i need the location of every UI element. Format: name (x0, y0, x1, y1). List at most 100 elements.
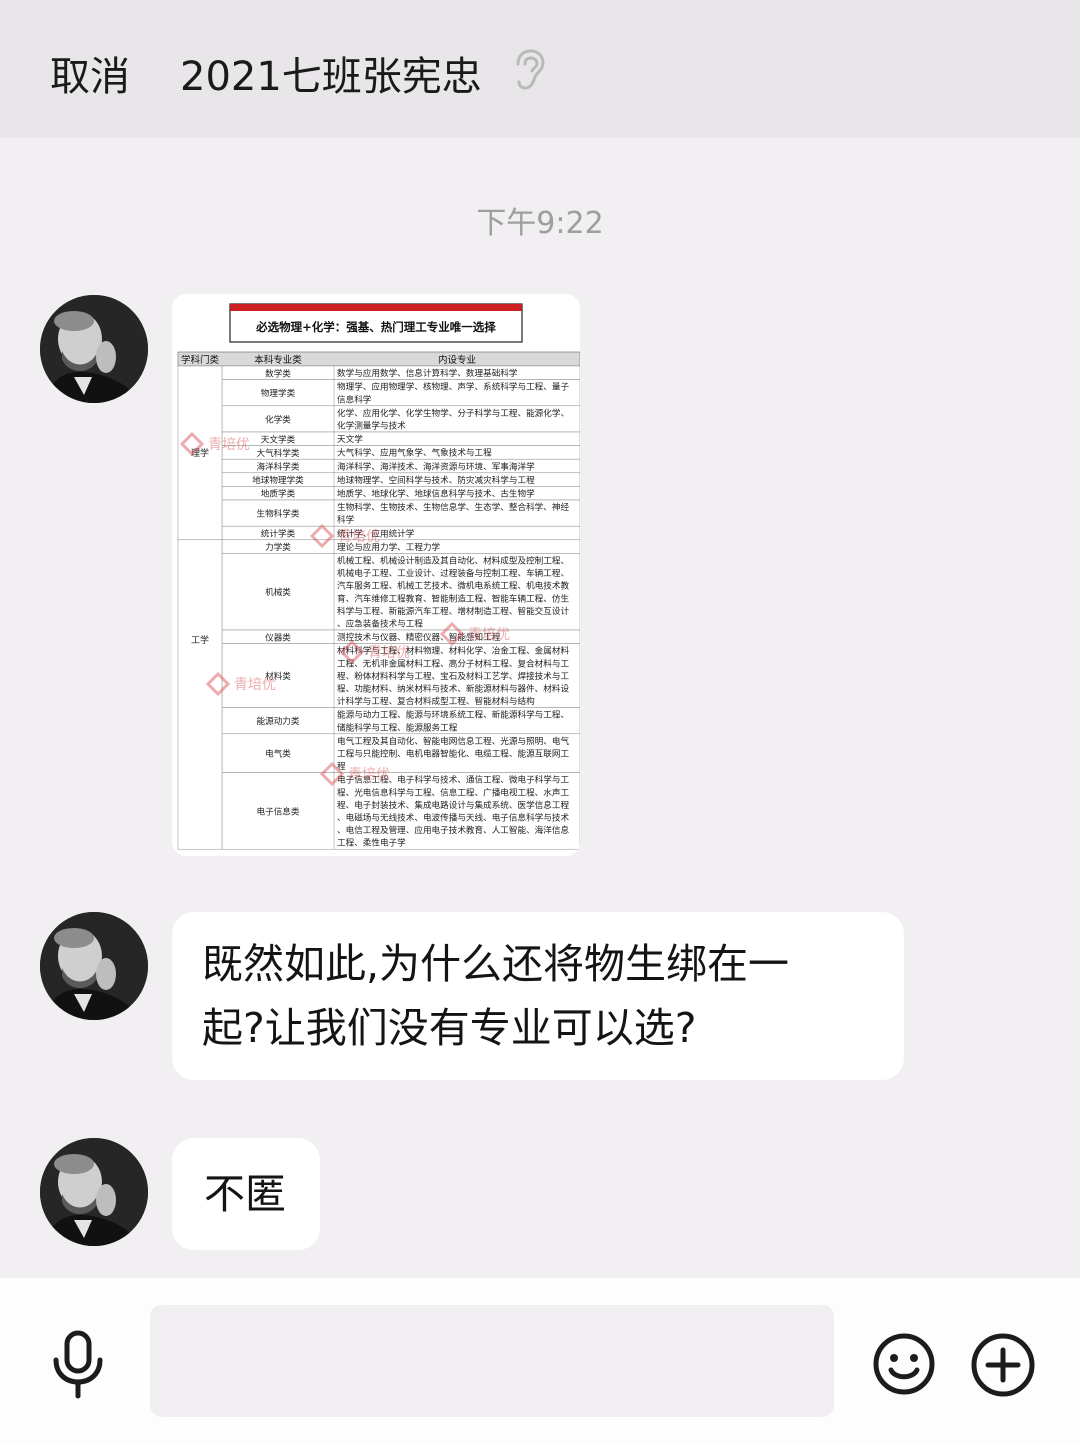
table-discipline-box (177, 539, 223, 850)
table-row: 仪器类 测控技术与仪器、精密仪器、智能感知工程 (221, 629, 580, 644)
table-row: 地球物理学类 地球物理学、空间科学与技术、防灾减灾科学与工程 (221, 472, 580, 487)
watermark-text: 青培优 (368, 645, 410, 661)
table-major-cell: 程、光电信息科学与工程、信息工程、广播电视工程、水声工 (337, 786, 569, 798)
table-major-cell: 工程、柔性电子学 (337, 837, 406, 849)
table-row: 机械类 机械工程、机械设计制造及其自动化、材料成型及控制工程、机械电子工程、工业设… (221, 553, 580, 631)
table-major-cell: 数学与应用数学、信息计算科学、数理基础科学 (337, 367, 518, 379)
text-message[interactable]: 不匿 (172, 1138, 320, 1250)
table-major-cell: 程、粉体材料科学与工程、宝石及材料工艺学、焊接技术与工 (337, 670, 569, 682)
table-category-cell: 仪器类 (265, 631, 291, 643)
table-row: 力学类 理论与应用力学、工程力学 (221, 539, 580, 554)
table-category-cell: 物理学类 (261, 387, 296, 399)
table-category-cell: 电气类 (265, 748, 291, 760)
table-category-cell: 电子信息类 (257, 805, 300, 817)
table-major-cell: 机械工程、机械设计制造及其自动化、材料成型及控制工程、 (337, 555, 569, 567)
table-category-cell: 能源动力类 (257, 715, 300, 727)
avatar-hair (54, 928, 94, 948)
avatar-hair (54, 311, 94, 331)
table-discipline-cell: 工学 (191, 634, 209, 646)
table-row: 数学类 数学与应用数学、信息计算科学、数理基础科学 (221, 365, 580, 380)
table-major-cell: 计科学与工程、复合材料成型工程、智能材料与结构 (337, 695, 535, 707)
table-category-cell: 力学类 (265, 541, 291, 553)
emoji-icon[interactable] (872, 1332, 936, 1396)
table-column-header: 本科专业类 (254, 354, 302, 366)
chat-title: 2021七班张宪忠 (180, 54, 482, 100)
table-major-cell: 物理学、应用物理学、核物理、声学、系统科学与工程、量子 (337, 381, 569, 393)
table-major-cell: 科学 (337, 514, 355, 526)
mic-icon[interactable] (48, 1330, 108, 1400)
avatar-portrait-icon (40, 1138, 148, 1246)
cancel-button[interactable]: 取消 (50, 44, 130, 102)
avatar-hand (96, 341, 116, 373)
table-row: 物理学类 物理学、应用物理学、核物理、声学、系统科学与工程、量子信息科学 (221, 379, 580, 407)
message-line: 起?让我们没有专业可以选? (202, 1004, 697, 1052)
avatar-hand (96, 958, 116, 990)
table-column-header: 内设专业 (438, 354, 476, 366)
table-category-cell: 地质学类 (261, 488, 296, 500)
table-category-cell: 统计学类 (261, 528, 296, 540)
avatar[interactable] (40, 912, 148, 1020)
table-banner-stripe (230, 304, 522, 311)
table-row: 电子信息类电子信息工程、电子科学与技术、通信工程、微电子科学与工程、光电信息科学… (221, 772, 580, 850)
table-major-cell: 机械电子工程、工业设计、过程装备与控制工程、车辆工程、 (337, 567, 569, 579)
message-line: 既然如此,为什么还将物生绑在一 (202, 940, 790, 988)
table-row: 海洋科学类 海洋科学、海洋技术、海洋资源与环境、军事海洋学 (221, 458, 580, 474)
table-category-cell: 地球物理学类 (252, 474, 304, 486)
table-major-cell: 汽车服务工程、机械工艺技术、微机电系统工程、机电技术教 (337, 580, 569, 592)
avatar-hair (54, 1154, 94, 1174)
message-input[interactable] (150, 1305, 834, 1417)
watermark-text: 青培优 (468, 627, 510, 643)
table-category-cell: 化学类 (265, 413, 291, 425)
table-row: 统计学类 统计学、应用统计学 (221, 525, 580, 541)
table-major-cell: 能源与动力工程、能源与环境系统工程、新能源科学与工程、 (337, 709, 569, 721)
ear-icon[interactable] (510, 48, 550, 92)
table-row: 能源动力类 能源与动力工程、能源与环境系统工程、新能源科学与工程、储能科学与工程、… (221, 707, 580, 735)
table-category-cell: 大气科学类 (257, 447, 300, 459)
table-major-cell: 程、功能材料、纳米材料与技术、新能源材料与器件、材料设 (337, 683, 569, 695)
table-header-row (177, 351, 580, 367)
table-major-cell: 信息科学 (337, 393, 372, 405)
table-category-cell: 海洋科学类 (257, 461, 300, 473)
avatar-portrait-icon (40, 912, 148, 1020)
table-row: 天文学类 天文学 (221, 431, 580, 446)
table-major-cell: 、应急装备技术与工程 (337, 618, 423, 630)
table-image: 必选物理+化学：强基、热门理工专业唯一选择学科门类 本科专业类 内设专业数学类 数学与… (172, 294, 580, 856)
table-major-cell: 工程与只能控制、电机电器智能化、电缆工程、能源互联网工 (337, 748, 569, 760)
table-major-cell: 化学测量学与技术 (337, 420, 406, 432)
table-major-cell: 程、电子封装技术、集成电路设计与集成系统、医学信息工程 (337, 799, 569, 811)
table-major-cell: 天文学 (337, 433, 363, 445)
table-banner-title: 必选物理+化学：强基、热门理工专业唯一选择 (255, 320, 496, 334)
image-message[interactable]: 必选物理+化学：强基、热门理工专业唯一选择学科门类 本科专业类 内设专业数学类 数学与… (172, 294, 580, 856)
table-major-cell: 地质学、地球化学、地球信息科学与技术、古生物学 (337, 488, 535, 500)
table-major-cell: 、电磁场与无线技术、电波传播与天线、电子信息科学与技术 (337, 812, 569, 824)
avatar-portrait-icon (40, 295, 148, 403)
table-row: 化学类 化学、应用化学、化学生物学、分子科学与工程、能源化学、化学测量学与技术 (221, 405, 580, 433)
avatar-hand (96, 1184, 116, 1216)
table-major-cell: 海洋科学、海洋技术、海洋资源与环境、军事海洋学 (337, 460, 535, 472)
message-line: 不匿 (204, 1170, 286, 1218)
table-category-cell: 数学类 (265, 367, 291, 379)
table-major-cell: 化学、应用化学、化学生物学、分子科学与工程、能源化学、 (337, 407, 569, 419)
table-major-cell: 地球物理学、空间科学与技术、防灾减灾科学与工程 (337, 474, 535, 486)
table-row: 地质学类 地质学、地球化学、地球信息科学与技术、古生物学 (221, 486, 580, 501)
table-column-header: 学科门类 (181, 354, 220, 366)
table-major-cell: 大气科学、应用气象学、气象技术与工程 (337, 447, 492, 459)
table-category-cell: 生物科学类 (257, 508, 300, 520)
text-message[interactable]: 既然如此,为什么还将物生绑在一 起?让我们没有专业可以选? (172, 912, 904, 1080)
table-category-cell: 天文学类 (261, 433, 296, 445)
plus-icon[interactable] (970, 1332, 1036, 1398)
table-major-cell: 科学与工程、新能源汽车工程、增材制造工程、智能交互设计 (337, 605, 569, 617)
table-major-cell: 育、汽车维修工程教育、智能制造工程、智能车辆工程、仿生 (337, 592, 569, 604)
table-row: 生物科学类 生物科学、生物技术、生物信息学、生态学、整合科学、神经科学 (221, 499, 580, 527)
table-major-cell: 、电信工程及管理、应用电子技术教育、人工智能、海洋信息 (337, 824, 569, 836)
watermark-text: 青培优 (234, 677, 276, 693)
watermark-text: 青培优 (338, 529, 380, 545)
table-row: 大气科学类 大气科学、应用气象学、气象技术与工程 (221, 445, 580, 460)
watermark-text: 青培优 (348, 767, 390, 783)
avatar[interactable] (40, 1138, 148, 1246)
table-major-cell: 电气工程及其自动化、智能电网信息工程、光源与照明、电气 (337, 735, 569, 747)
watermark-text: 青培优 (208, 437, 250, 453)
table-category-cell: 机械类 (265, 586, 291, 598)
avatar[interactable] (40, 295, 148, 403)
table-row: 电气类 电气工程及其自动化、智能电网信息工程、光源与照明、电气工程与只能控制、电机… (221, 733, 580, 773)
